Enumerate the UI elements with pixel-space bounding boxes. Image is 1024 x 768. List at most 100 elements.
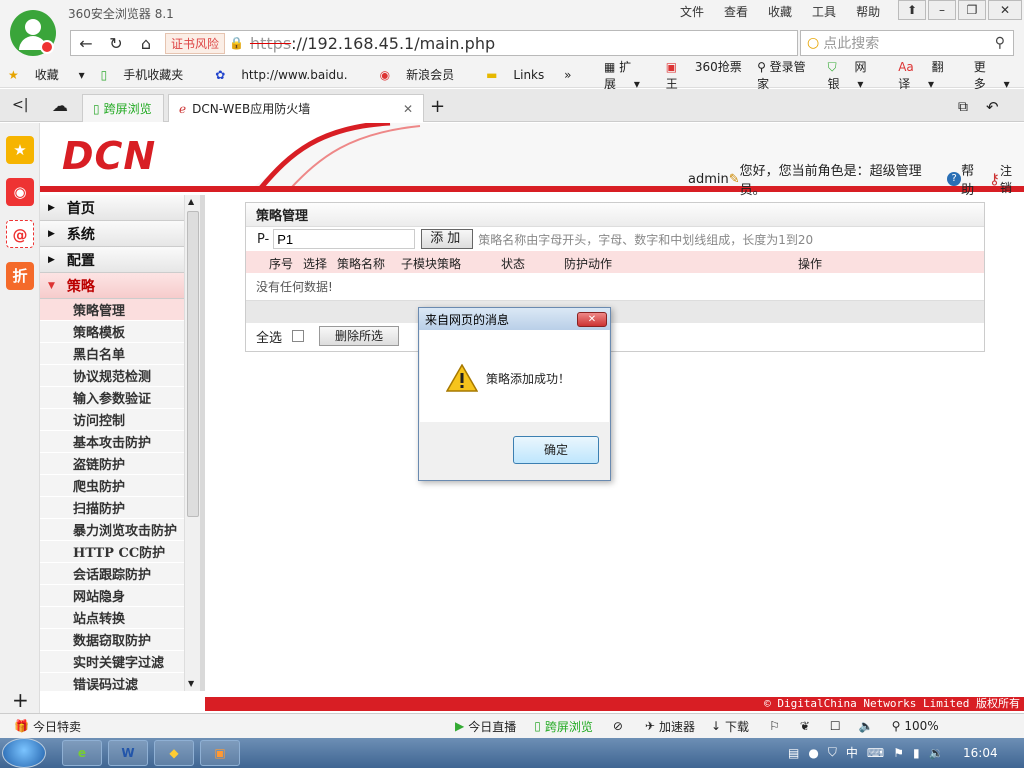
tray-keyboard-icon[interactable]: ⌨: [867, 746, 884, 760]
dialog-close-button[interactable]: ✕: [577, 312, 607, 327]
bookmark-links[interactable]: ▬ Links »: [486, 68, 571, 82]
daily-deals[interactable]: 今日特卖: [33, 718, 81, 735]
leaf-icon[interactable]: ❦: [800, 719, 810, 733]
tab-cross-screen[interactable]: ▯ 跨屏浏览: [82, 94, 164, 122]
bank-button[interactable]: ⛉ 网银 ▾: [828, 58, 885, 92]
policy-name-input[interactable]: [273, 229, 416, 249]
ticket-button[interactable]: ▣ 360抢票王: [666, 58, 743, 92]
restore-tabs-icon[interactable]: ⧉: [958, 99, 968, 115]
menu-view[interactable]: 查看: [724, 3, 748, 20]
delete-selected-button[interactable]: 删除所选: [319, 326, 400, 346]
search-input[interactable]: ○ 点此搜索 ⚲: [800, 30, 1014, 56]
undo-close-icon[interactable]: ↶: [986, 98, 999, 116]
add-sidebar-icon[interactable]: +: [12, 688, 29, 712]
nav-subitem[interactable]: 实时关键字过滤: [40, 651, 200, 673]
nav-subitem[interactable]: HTTP CC防护: [40, 541, 200, 563]
nav-config[interactable]: ▶ 配置: [40, 247, 200, 273]
help-icon[interactable]: ?: [947, 172, 962, 186]
scroll-thumb[interactable]: [187, 211, 199, 517]
back-icon[interactable]: ←: [71, 34, 101, 53]
nav-subitem[interactable]: 策略模板: [40, 321, 200, 343]
menu-favorites[interactable]: 收藏: [768, 3, 792, 20]
nav-subitem[interactable]: 暴力浏览攻击防护: [40, 519, 200, 541]
tray-ime-icon[interactable]: 中: [846, 744, 858, 761]
tab-close-icon[interactable]: ✕: [403, 102, 413, 116]
menu-help[interactable]: 帮助: [856, 3, 880, 20]
mail-icon[interactable]: @: [6, 220, 34, 248]
tab-waf[interactable]: ℯ DCN-WEB应用防火墙 ✕: [168, 94, 424, 122]
nav-subitem[interactable]: 网站隐身: [40, 585, 200, 607]
tray-film-icon[interactable]: ▤: [788, 746, 799, 760]
nav-scrollbar[interactable]: ▲ ▼: [184, 195, 200, 691]
translate-button[interactable]: Aa 翻译 ▾: [898, 58, 960, 92]
bookmark-favorites[interactable]: ★ 收藏 ▾: [8, 66, 85, 83]
cloud-icon[interactable]: ☁: [52, 96, 68, 115]
minimize-button[interactable]: –: [928, 0, 956, 20]
weibo-icon[interactable]: ◉: [6, 178, 34, 206]
nav-subitem[interactable]: 基本攻击防护: [40, 431, 200, 453]
extensions-button[interactable]: ▦ 扩展 ▾: [604, 58, 652, 92]
nav-policy[interactable]: ▼ 策略: [40, 273, 200, 299]
cert-warning-badge[interactable]: 证书风险: [165, 32, 226, 54]
taskbar-browser-icon[interactable]: e: [62, 740, 102, 766]
menu-file[interactable]: 文件: [680, 3, 704, 20]
home-icon[interactable]: ⌂: [131, 34, 161, 53]
key-icon[interactable]: ⚷: [989, 170, 1000, 188]
nav-subitem[interactable]: 盗链防护: [40, 453, 200, 475]
taskbar-window-icon[interactable]: ▣: [200, 740, 240, 766]
ie-icon[interactable]: ⊘: [613, 719, 623, 733]
ok-button[interactable]: 确定: [513, 436, 599, 464]
nav-home[interactable]: ▶ 首页: [40, 195, 200, 221]
sidebar-toggle-icon[interactable]: <|: [12, 97, 28, 113]
logout-link[interactable]: 注销: [1000, 162, 1024, 196]
select-all-checkbox[interactable]: [292, 330, 305, 342]
volume-icon[interactable]: 🔈: [859, 719, 874, 733]
taskbar-word-icon[interactable]: W: [108, 740, 148, 766]
help-link[interactable]: 帮助: [961, 160, 987, 198]
nav-subitem[interactable]: 访问控制: [40, 409, 200, 431]
zoom-level[interactable]: 100%: [904, 719, 938, 733]
close-button[interactable]: ✕: [988, 0, 1022, 20]
tray-shield-icon[interactable]: ⛉: [828, 745, 837, 760]
favorites-sidebar-icon[interactable]: ★: [6, 136, 34, 164]
nav-subitem[interactable]: 站点转换: [40, 607, 200, 629]
fullscreen-icon[interactable]: ☐: [830, 719, 841, 733]
address-bar[interactable]: ← ↻ ⌂ 证书风险 🔒 https://192.168.45.1/main.p…: [70, 30, 798, 56]
scroll-down-icon[interactable]: ▼: [188, 679, 194, 688]
live-link[interactable]: 今日直播: [468, 718, 516, 735]
clock[interactable]: 16:04: [963, 746, 998, 760]
more-button[interactable]: 更多 ▾: [974, 58, 1010, 92]
tray-network-icon[interactable]: ▮: [913, 746, 920, 760]
cross-screen-link[interactable]: 跨屏浏览: [545, 718, 593, 735]
edit-icon[interactable]: ✎: [729, 172, 740, 187]
bookmark-sina[interactable]: ◉ 新浪会员: [380, 66, 471, 83]
nav-subitem[interactable]: 数据窃取防护: [40, 629, 200, 651]
search-icon[interactable]: ⚲: [995, 35, 1005, 51]
nav-subitem[interactable]: 错误码过滤: [40, 673, 200, 691]
tray-flag-icon[interactable]: ⚑: [893, 746, 904, 760]
accelerator-link[interactable]: 加速器: [659, 718, 695, 735]
maximize-button[interactable]: ❐: [958, 0, 986, 20]
new-tab-icon[interactable]: +: [430, 96, 445, 117]
nav-subitem[interactable]: 输入参数验证: [40, 387, 200, 409]
tray-dot-icon[interactable]: ●: [808, 746, 818, 760]
bookmark-baidu[interactable]: ✿ http://www.baidu.: [215, 68, 363, 82]
tray-volume-icon[interactable]: 🔉: [929, 746, 944, 760]
url-text[interactable]: https://192.168.45.1/main.php: [250, 34, 495, 53]
nav-subitem[interactable]: 协议规范检测: [40, 365, 200, 387]
download-link[interactable]: 下载: [725, 718, 749, 735]
discount-icon[interactable]: 折: [6, 262, 34, 290]
nav-subitem[interactable]: 扫描防护: [40, 497, 200, 519]
add-button[interactable]: 添加: [421, 229, 474, 249]
start-button[interactable]: [2, 738, 46, 768]
pin-icon[interactable]: ⬆: [898, 0, 926, 20]
refresh-icon[interactable]: ↻: [101, 34, 131, 53]
nav-subitem[interactable]: 爬虫防护: [40, 475, 200, 497]
flag-icon[interactable]: ⚐: [769, 719, 780, 733]
bookmark-mobile[interactable]: ▯ 手机收藏夹: [101, 66, 200, 83]
nav-subitem[interactable]: 会话跟踪防护: [40, 563, 200, 585]
frame-splitter[interactable]: [200, 195, 205, 691]
menu-tools[interactable]: 工具: [812, 3, 836, 20]
taskbar-app-icon[interactable]: ◆: [154, 740, 194, 766]
login-manager-button[interactable]: ⚲ 登录管家: [757, 58, 814, 92]
